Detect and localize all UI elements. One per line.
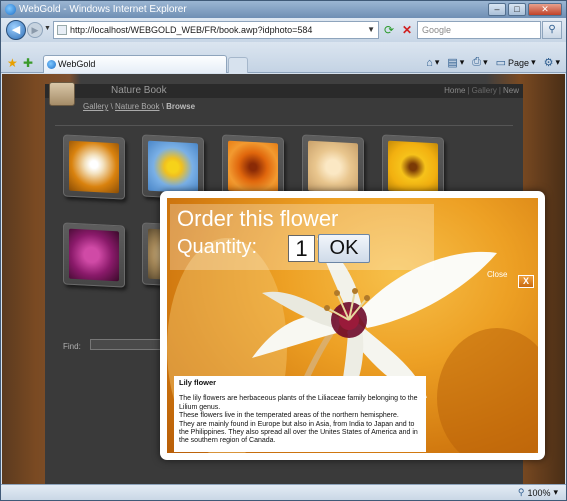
history-dropdown-icon[interactable]: ▼ xyxy=(44,25,51,35)
zoom-dropdown-icon[interactable]: ▾ xyxy=(553,487,558,498)
close-dialog-button[interactable]: X xyxy=(518,275,534,288)
flower-description: Lily flower The lily flowers are herbace… xyxy=(174,376,426,452)
page-menu-label: Page xyxy=(508,57,530,68)
ie-logo-icon xyxy=(5,4,16,15)
site-nav: Home | Gallery | New xyxy=(444,86,519,95)
feeds-icon: ▤ xyxy=(447,57,458,69)
order-dialog: Order this flower Quantity: 1 OK Lily fl… xyxy=(160,191,545,460)
refresh-icon[interactable]: ⟳ xyxy=(381,22,397,38)
page-viewport: Nature Book Home | Gallery | New Gallery… xyxy=(2,74,565,484)
photo-thumbnail[interactable] xyxy=(63,134,125,200)
minimize-button[interactable]: – xyxy=(488,3,506,16)
tab-bar: ★ ✚ WebGold ⌂ ▾ ▤ ▾ ⎙ ▾ ▭ Page ▾ ⚙ ▾ xyxy=(1,42,566,73)
nav-separator: | xyxy=(498,86,501,95)
feeds-button[interactable]: ▤ ▾ xyxy=(447,56,464,69)
nav-separator: | xyxy=(467,86,470,95)
site-header: Nature Book Home | Gallery | New xyxy=(45,82,523,106)
breadcrumb-nature-book[interactable]: Nature Book xyxy=(115,102,159,111)
favorites-star-icon[interactable]: ★ xyxy=(7,56,18,70)
home-icon: ⌂ xyxy=(426,56,433,69)
tab-ie-icon xyxy=(47,60,56,69)
description-paragraph: They are mainly found in Europe but also… xyxy=(179,420,418,445)
forward-button[interactable]: ▶ xyxy=(27,22,43,38)
description-paragraph: The lily flowers are herbaceous plants o… xyxy=(179,395,418,411)
thumbnail-image xyxy=(388,140,438,194)
photo-thumbnail[interactable] xyxy=(382,134,444,200)
book-logo-icon xyxy=(49,82,75,106)
description-paragraph: These flowers live in the temperated are… xyxy=(179,412,399,420)
browser-window: WebGold - Windows Internet Explorer – □ … xyxy=(0,0,567,501)
flower-name: Lily flower xyxy=(179,378,217,387)
zoom-level: 100% xyxy=(527,487,551,498)
breadcrumb-gallery[interactable]: Gallery xyxy=(83,102,108,111)
search-icon[interactable]: ⚲ xyxy=(542,21,562,39)
stop-icon[interactable]: ✕ xyxy=(399,22,415,38)
quantity-label: Quantity: xyxy=(177,236,258,258)
add-favorites-icon[interactable]: ✚ xyxy=(23,56,33,70)
window-controls: – □ ✕ xyxy=(488,3,562,16)
nav-new[interactable]: New xyxy=(503,86,519,95)
address-dropdown-icon[interactable]: ▼ xyxy=(367,22,375,38)
print-button[interactable]: ⎙ ▾ xyxy=(472,56,487,69)
back-button[interactable]: ◀ xyxy=(6,20,26,40)
order-heading: Order this flower xyxy=(177,206,339,231)
site-title: Nature Book xyxy=(111,85,167,96)
thumbnail-image xyxy=(308,140,358,194)
photo-thumbnail[interactable] xyxy=(222,134,284,200)
address-toolbar: ◀ ▶ ▼ http://localhost/WEBGOLD_WEB/FR/bo… xyxy=(1,18,566,42)
flower-photo: Order this flower Quantity: 1 OK Lily fl… xyxy=(167,198,538,453)
tab-webgold[interactable]: WebGold xyxy=(43,55,227,73)
nav-gallery[interactable]: Gallery xyxy=(472,86,497,95)
address-bar[interactable]: http://localhost/WEBGOLD_WEB/FR/book.awp… xyxy=(53,21,379,39)
page-icon: ▭ xyxy=(495,57,507,69)
command-bar: ⌂ ▾ ▤ ▾ ⎙ ▾ ▭ Page ▾ ⚙ ▾ xyxy=(426,56,560,69)
zoom-control[interactable]: ⚲ 100% ▾ xyxy=(518,487,558,498)
search-input[interactable]: Google xyxy=(417,21,541,39)
tab-label: WebGold xyxy=(58,59,96,69)
tools-menu[interactable]: ⚙ ▾ xyxy=(544,56,560,69)
new-tab-button[interactable] xyxy=(228,57,248,73)
status-bar: ⚲ 100% ▾ xyxy=(1,484,566,500)
photo-thumbnail[interactable] xyxy=(142,134,204,200)
print-icon: ⎙ xyxy=(472,56,482,68)
photo-thumbnail[interactable] xyxy=(302,134,364,200)
page-icon xyxy=(57,25,67,35)
find-label: Find: xyxy=(63,342,81,351)
home-button[interactable]: ⌂ ▾ xyxy=(426,57,439,69)
thumbnail-image xyxy=(228,140,278,194)
nav-home[interactable]: Home xyxy=(444,86,465,95)
thumbnail-image xyxy=(69,140,119,194)
title-bar: WebGold - Windows Internet Explorer – □ … xyxy=(1,1,566,18)
photo-thumbnail[interactable] xyxy=(63,222,125,288)
ok-button[interactable]: OK xyxy=(318,234,370,263)
page-menu[interactable]: ▭ Page ▾ xyxy=(496,56,536,69)
zoom-icon: ⚲ xyxy=(517,487,525,497)
window-title: WebGold - Windows Internet Explorer xyxy=(19,4,187,15)
thumbnail-image xyxy=(148,140,198,194)
gear-icon: ⚙ xyxy=(543,57,554,69)
close-window-button[interactable]: ✕ xyxy=(528,3,562,16)
thumbnail-image xyxy=(69,228,119,282)
header-divider xyxy=(55,125,513,126)
quantity-input[interactable]: 1 xyxy=(288,235,315,262)
close-label[interactable]: Close xyxy=(487,270,507,279)
address-url: http://localhost/WEBGOLD_WEB/FR/book.awp… xyxy=(70,25,313,35)
breadcrumb-current: Browse xyxy=(166,102,196,111)
breadcrumb: Gallery \ Nature Book \ Browse xyxy=(83,102,196,111)
maximize-button[interactable]: □ xyxy=(508,3,526,16)
